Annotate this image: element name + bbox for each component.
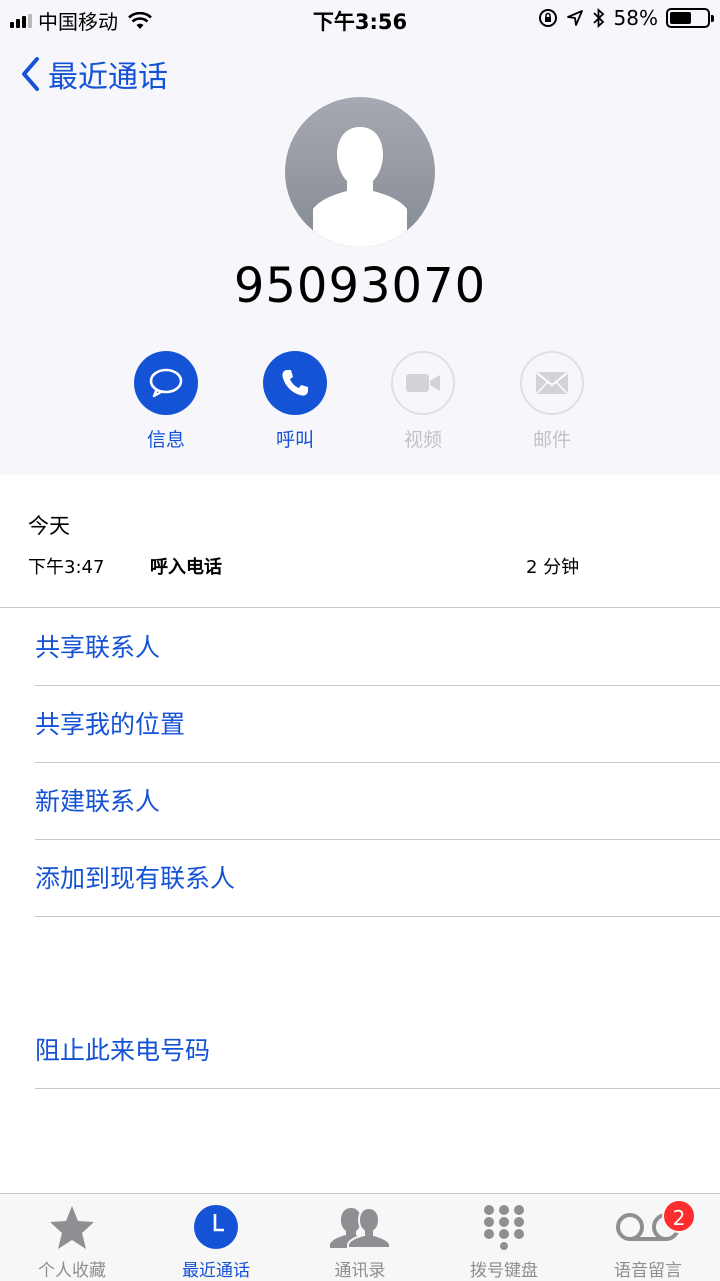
video-icon [406,374,440,392]
phone-number: 95093070 [233,258,487,314]
divider [0,607,720,608]
video-button: 视频 [373,351,473,452]
back-label: 最近通话 [48,60,168,95]
mail-button: 邮件 [502,351,602,452]
star-icon [50,1206,94,1249]
location-icon [566,10,583,26]
phone-icon [282,370,308,396]
new-contact-option[interactable]: 新建联系人 [35,763,720,840]
message-icon [149,368,183,398]
call-duration: 2 分钟 [526,557,580,578]
block-caller-option[interactable]: 阻止此来电号码 [35,1012,720,1089]
bluetooth-icon [592,8,604,28]
message-button[interactable]: 信息 [116,351,216,452]
tab-recents[interactable]: 最近通话 [146,1194,286,1281]
tab-label: 拨号键盘 [470,1261,538,1281]
share-location-option[interactable]: 共享我的位置 [35,686,720,763]
contacts-icon [330,1206,391,1248]
back-button[interactable]: 最近通话 [20,52,168,96]
message-label: 信息 [146,429,185,451]
tab-favorites[interactable]: 个人收藏 [2,1194,142,1281]
add-to-existing-contact-option[interactable]: 添加到现有联系人 [35,840,720,917]
tab-keypad[interactable]: 拨号键盘 [434,1194,574,1281]
history-day: 今天 [28,514,70,538]
voicemail-badge: 2 [662,1199,696,1233]
orientation-lock-icon [538,9,557,27]
clock-icon [194,1205,238,1249]
mail-label: 邮件 [532,429,571,451]
person-silhouette-icon [313,127,407,247]
mail-icon [536,372,568,394]
avatar [285,97,435,247]
tab-label: 语音留言 [614,1261,682,1281]
tab-label: 个人收藏 [38,1261,106,1281]
tab-contacts[interactable]: 通讯录 [290,1194,430,1281]
battery-percent: 58% [613,6,658,30]
tab-voicemail[interactable]: 2 语音留言 [578,1194,718,1281]
video-label: 视频 [403,429,442,451]
keypad-icon [484,1205,524,1250]
tab-label: 最近通话 [182,1261,250,1281]
chevron-left-icon [22,57,39,91]
tab-label: 通讯录 [334,1261,386,1281]
battery-icon [666,8,714,28]
tab-bar: 个人收藏 最近通话 通讯录 拨号键盘 2 语音留言 [0,1193,720,1281]
share-contact-option[interactable]: 共享联系人 [35,609,720,686]
call-label: 呼叫 [275,429,314,451]
status-bar: 中国移动 下午3:56 58% [0,0,720,38]
call-time: 下午3:47 [28,557,105,578]
call-button[interactable]: 呼叫 [245,351,345,452]
call-type: 呼入电话 [150,557,222,578]
